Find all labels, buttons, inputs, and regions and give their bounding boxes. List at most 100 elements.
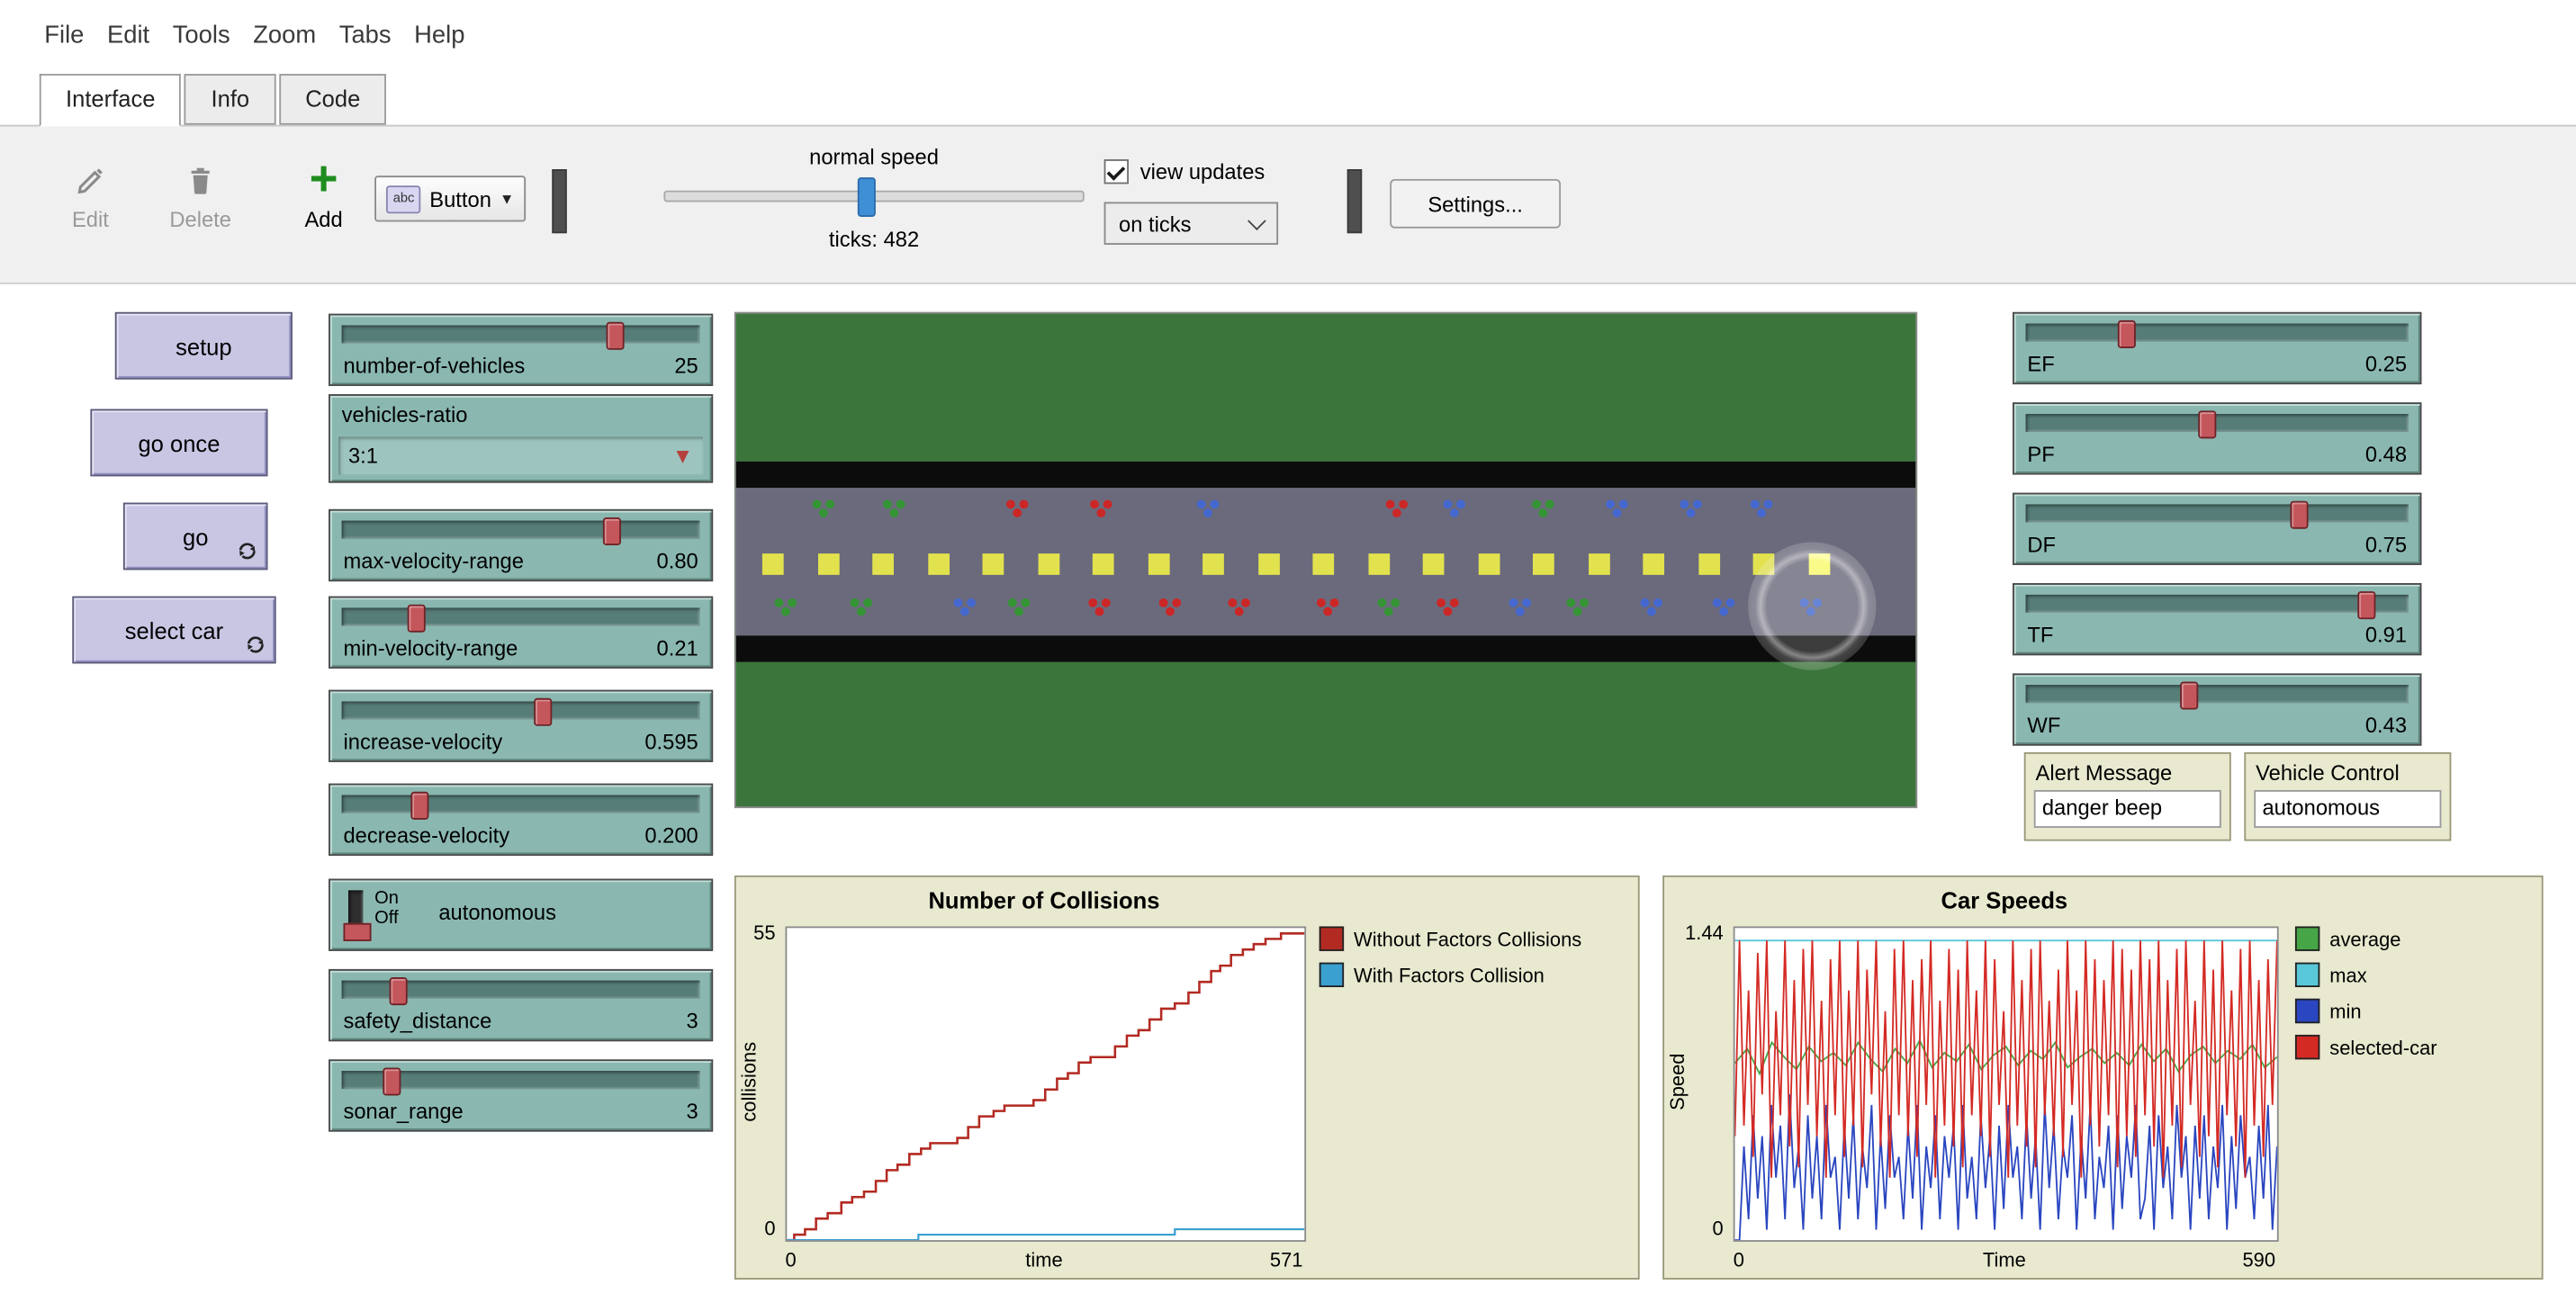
- car-blue[interactable]: [1507, 597, 1535, 618]
- menu-edit[interactable]: Edit: [95, 0, 161, 70]
- button-go[interactable]: go: [123, 503, 268, 571]
- speed-slider-thumb[interactable]: [858, 177, 876, 217]
- tab-code[interactable]: Code: [279, 74, 387, 125]
- menu-zoom[interactable]: Zoom: [241, 0, 328, 70]
- slider-wf[interactable]: WF0.43: [2013, 673, 2421, 745]
- button-widget-icon: abc: [386, 184, 421, 212]
- slider-groove[interactable]: [342, 795, 700, 813]
- menu-help[interactable]: Help: [402, 0, 476, 70]
- lane-marker: [1148, 553, 1169, 575]
- slider-groove[interactable]: [2026, 414, 2409, 432]
- slider-thumb[interactable]: [603, 517, 621, 545]
- slider-groove[interactable]: [342, 325, 700, 343]
- car-green[interactable]: [880, 498, 908, 519]
- delete-button[interactable]: Delete: [153, 163, 248, 232]
- car-blue[interactable]: [1194, 498, 1222, 519]
- car-green[interactable]: [1529, 498, 1557, 519]
- add-widget-button[interactable]: + Add: [276, 163, 372, 232]
- widget-type-dropdown[interactable]: abc Button ▼: [374, 175, 526, 221]
- slider-name: PF: [2027, 442, 2054, 466]
- slider-name: TF: [2027, 623, 2053, 647]
- slider-thumb[interactable]: [2118, 320, 2136, 348]
- slider-groove[interactable]: [2026, 685, 2409, 703]
- car-blue[interactable]: [1678, 498, 1706, 519]
- netlogo-window: FileEditToolsZoomTabsHelp InterfaceInfoC…: [0, 0, 2576, 1312]
- slider-number-of-vehicles[interactable]: number-of-vehicles25: [329, 314, 713, 386]
- slider-increase-velocity[interactable]: increase-velocity0.595: [329, 690, 713, 762]
- slider-thumb[interactable]: [2180, 681, 2198, 709]
- slider-thumb[interactable]: [606, 322, 624, 350]
- chooser-vehicles-ratio[interactable]: vehicles-ratio 3:1 ▼: [329, 394, 713, 483]
- car-blue[interactable]: [1441, 498, 1469, 519]
- car-red[interactable]: [1226, 597, 1254, 618]
- world-view[interactable]: [734, 312, 1917, 808]
- car-blue[interactable]: [1710, 597, 1738, 618]
- car-red[interactable]: [1314, 597, 1342, 618]
- slider-thumb[interactable]: [534, 698, 552, 726]
- car-red[interactable]: [1383, 498, 1411, 519]
- slider-groove[interactable]: [2026, 324, 2409, 342]
- lane-marker: [1202, 553, 1224, 575]
- checkbox-icon[interactable]: [1104, 159, 1129, 184]
- selected-car-halo: [1748, 542, 1876, 669]
- car-green[interactable]: [772, 597, 800, 618]
- slider-value: 0.595: [644, 729, 698, 753]
- slider-pf[interactable]: PF0.48: [2013, 402, 2421, 474]
- car-red[interactable]: [1004, 498, 1031, 519]
- slider-value: 0.25: [2365, 352, 2407, 376]
- slider-decrease-velocity[interactable]: decrease-velocity0.200: [329, 784, 713, 856]
- slider-groove[interactable]: [2026, 504, 2409, 522]
- switch-autonomous[interactable]: On Off autonomous: [329, 879, 713, 951]
- speed-slider[interactable]: [663, 191, 1084, 202]
- slider-thumb[interactable]: [410, 792, 428, 820]
- slider-safety-distance[interactable]: safety_distance3: [329, 969, 713, 1041]
- legend-swatch: [2295, 999, 2319, 1023]
- slider-groove[interactable]: [342, 701, 700, 719]
- slider-thumb[interactable]: [2291, 501, 2309, 529]
- car-blue[interactable]: [1748, 498, 1776, 519]
- car-red[interactable]: [1087, 498, 1115, 519]
- car-green[interactable]: [1005, 597, 1033, 618]
- car-green[interactable]: [1564, 597, 1592, 618]
- menu-file[interactable]: File: [33, 0, 96, 70]
- slider-sonar-range[interactable]: sonar_range3: [329, 1059, 713, 1131]
- switch-on-label: On: [374, 888, 399, 908]
- slider-thumb[interactable]: [383, 1067, 401, 1095]
- car-blue[interactable]: [1638, 597, 1666, 618]
- slider-groove[interactable]: [342, 607, 700, 625]
- car-green[interactable]: [848, 597, 876, 618]
- car-green[interactable]: [1375, 597, 1403, 618]
- slider-thumb[interactable]: [390, 977, 408, 1005]
- slider-thumb[interactable]: [407, 605, 425, 633]
- chooser-value-box[interactable]: 3:1 ▼: [338, 437, 703, 475]
- slider-df[interactable]: DF0.75: [2013, 493, 2421, 565]
- button-setup[interactable]: setup: [115, 312, 293, 380]
- slider-min-velocity-range[interactable]: min-velocity-range0.21: [329, 597, 713, 669]
- slider-groove[interactable]: [342, 521, 700, 539]
- car-red[interactable]: [1157, 597, 1184, 618]
- car-blue[interactable]: [951, 597, 979, 618]
- slider-groove[interactable]: [2026, 595, 2409, 613]
- car-red[interactable]: [1086, 597, 1114, 618]
- slider-thumb[interactable]: [2199, 410, 2217, 438]
- menu-tools[interactable]: Tools: [161, 0, 241, 70]
- button-select-car[interactable]: select car: [72, 597, 275, 664]
- update-mode-dropdown[interactable]: on ticks: [1104, 202, 1278, 245]
- switch-knob[interactable]: [343, 923, 371, 941]
- car-green[interactable]: [810, 498, 838, 519]
- menu-tabs[interactable]: Tabs: [328, 0, 402, 70]
- car-blue[interactable]: [1603, 498, 1631, 519]
- slider-max-velocity-range[interactable]: max-velocity-range0.80: [329, 509, 713, 581]
- tab-interface[interactable]: Interface: [40, 74, 182, 126]
- settings-button[interactable]: Settings...: [1390, 179, 1561, 229]
- car-red[interactable]: [1434, 597, 1462, 618]
- slider-ef[interactable]: EF0.25: [2013, 312, 2421, 384]
- tab-info[interactable]: Info: [185, 74, 275, 125]
- chooser-name: vehicles-ratio: [342, 402, 468, 427]
- slider-thumb[interactable]: [2357, 591, 2375, 619]
- slider-tf[interactable]: TF0.91: [2013, 583, 2421, 655]
- switch-track[interactable]: [348, 890, 363, 939]
- edit-button[interactable]: Edit: [42, 163, 138, 232]
- view-updates-checkbox[interactable]: view updates: [1104, 159, 1335, 184]
- button-go-once[interactable]: go once: [90, 409, 267, 476]
